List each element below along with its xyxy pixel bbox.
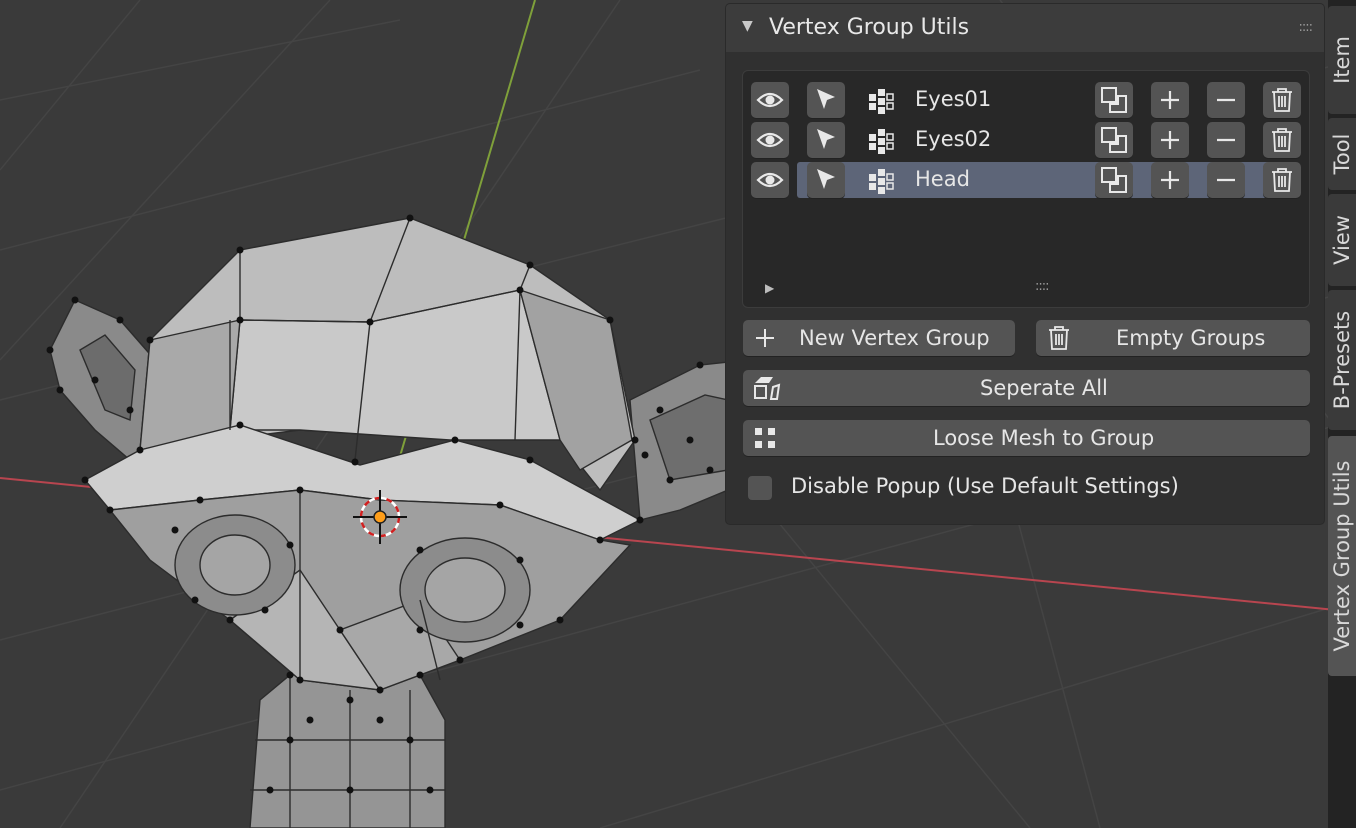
tab-label: View	[1330, 215, 1354, 265]
tab-item[interactable]: Item	[1328, 6, 1356, 114]
panel-header[interactable]: ▼ Vertex Group Utils ::::	[726, 4, 1324, 52]
separate-icon	[1101, 87, 1127, 113]
button-label: Seperate All	[980, 376, 1108, 400]
plus-icon	[1161, 171, 1179, 189]
button-label: Loose Mesh to Group	[933, 426, 1155, 450]
tab-view[interactable]: View	[1328, 194, 1356, 286]
list-item[interactable]: Eyes02	[751, 121, 1301, 159]
vertex-group-icon	[869, 89, 894, 114]
tab-label: Tool	[1330, 133, 1354, 175]
vertex-group-icon	[869, 169, 894, 194]
select-group-button[interactable]	[807, 82, 845, 118]
list-item[interactable]: Eyes01	[751, 81, 1301, 119]
sidebar-tabs: Item Tool View B-Presets Vertex Group Ut…	[1328, 0, 1356, 828]
cursor-arrow-icon	[817, 89, 835, 109]
list-item-selected[interactable]: Head	[751, 161, 1301, 199]
tab-b-presets[interactable]: B-Presets	[1328, 290, 1356, 430]
panel-title: Vertex Group Utils	[769, 15, 970, 40]
vertex-group-list: Eyes01 Eyes02 Head ▶::::	[742, 70, 1310, 308]
cursor-arrow-icon	[817, 129, 835, 149]
eye-icon	[756, 92, 784, 108]
trash-icon	[1272, 168, 1292, 192]
separate-group-button[interactable]	[1095, 82, 1133, 118]
loose-parts-icon	[755, 428, 775, 448]
disable-popup-label[interactable]: Disable Popup (Use Default Settings)	[791, 474, 1179, 498]
visibility-toggle-button[interactable]	[751, 82, 789, 118]
add-to-group-button[interactable]	[1151, 122, 1189, 158]
trash-icon	[1049, 326, 1069, 350]
cursor-arrow-icon	[817, 169, 835, 189]
vertex-group-name[interactable]: Eyes01	[915, 87, 991, 111]
vertex-group-name[interactable]: Eyes02	[915, 127, 991, 151]
object-origin	[373, 510, 387, 524]
plus-icon	[1161, 131, 1179, 149]
eye-icon	[756, 172, 784, 188]
tab-vertex-group-utils[interactable]: Vertex Group Utils	[1328, 436, 1356, 676]
remove-from-group-button[interactable]	[1207, 122, 1245, 158]
suzanne-mesh[interactable]	[49, 217, 729, 828]
button-label: Empty Groups	[1116, 326, 1266, 350]
separate-icon	[1101, 167, 1127, 193]
vertex-group-utils-panel: ▼ Vertex Group Utils :::: Eyes01 Eyes02 …	[726, 4, 1324, 524]
tab-tool[interactable]: Tool	[1328, 118, 1356, 190]
plus-icon	[1161, 91, 1179, 109]
separate-group-button[interactable]	[1095, 162, 1133, 198]
minus-icon	[1217, 138, 1235, 142]
list-filter-expand-icon[interactable]: ▶	[765, 281, 774, 295]
list-resize-grip-icon[interactable]: ::::	[1035, 279, 1049, 294]
loose-mesh-to-group-button[interactable]: Loose Mesh to Group	[743, 420, 1310, 456]
separate-mesh-icon	[754, 377, 781, 400]
trash-icon	[1272, 88, 1292, 112]
delete-group-button[interactable]	[1263, 122, 1301, 158]
select-group-button[interactable]	[807, 122, 845, 158]
plus-icon	[756, 329, 774, 347]
trash-icon	[1272, 128, 1292, 152]
disable-popup-checkbox[interactable]	[748, 476, 772, 500]
minus-icon	[1217, 178, 1235, 182]
delete-group-button[interactable]	[1263, 162, 1301, 198]
visibility-toggle-button[interactable]	[751, 162, 789, 198]
seperate-all-button[interactable]: Seperate All	[743, 370, 1310, 406]
vertex-group-icon	[869, 129, 894, 154]
delete-group-button[interactable]	[1263, 82, 1301, 118]
select-group-button[interactable]	[807, 162, 845, 198]
remove-from-group-button[interactable]	[1207, 82, 1245, 118]
tab-label: B-Presets	[1330, 310, 1354, 410]
separate-group-button[interactable]	[1095, 122, 1133, 158]
new-vertex-group-button[interactable]: New Vertex Group	[743, 320, 1015, 356]
separate-icon	[1101, 127, 1127, 153]
button-label: New Vertex Group	[799, 326, 990, 350]
add-to-group-button[interactable]	[1151, 82, 1189, 118]
tab-label: Item	[1330, 36, 1354, 84]
minus-icon	[1217, 98, 1235, 102]
vertex-group-name[interactable]: Head	[915, 167, 970, 191]
tab-label: Vertex Group Utils	[1330, 460, 1354, 652]
drag-handle-icon[interactable]: ::::	[1298, 20, 1312, 35]
empty-groups-button[interactable]: Empty Groups	[1036, 320, 1310, 356]
add-to-group-button[interactable]	[1151, 162, 1189, 198]
eye-icon	[756, 132, 784, 148]
visibility-toggle-button[interactable]	[751, 122, 789, 158]
collapse-triangle-icon[interactable]: ▼	[742, 18, 753, 34]
remove-from-group-button[interactable]	[1207, 162, 1245, 198]
